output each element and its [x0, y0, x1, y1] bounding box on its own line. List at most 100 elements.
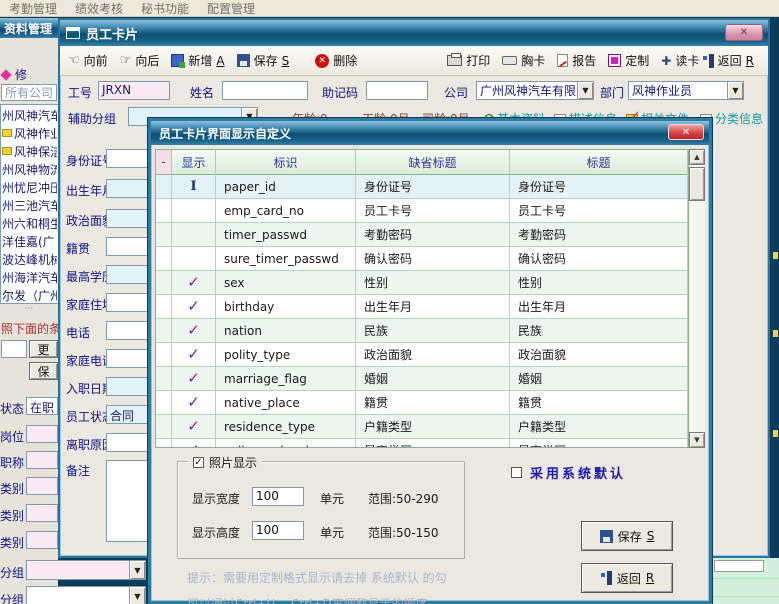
dialog-return-button[interactable]: 返回 R: [581, 563, 673, 593]
header-display[interactable]: 显示: [172, 150, 216, 175]
save-button[interactable]: 保存S: [237, 52, 290, 69]
window-titlebar[interactable]: 员工卡片 ✕: [60, 20, 768, 46]
native-place-input[interactable]: [106, 237, 154, 256]
caption-cell[interactable]: 确认密码: [510, 247, 688, 271]
home-phone-input[interactable]: [106, 349, 154, 368]
customize-button[interactable]: 定制: [608, 52, 649, 69]
delete-button[interactable]: ✕删除: [315, 52, 357, 69]
phone-input[interactable]: [106, 321, 154, 340]
dropdown-arrow-icon[interactable]: ▼: [727, 82, 743, 99]
emp-no-input[interactable]: JRXN: [98, 81, 170, 100]
print-button[interactable]: 打印: [447, 52, 490, 69]
header-caption[interactable]: 标题: [510, 150, 688, 175]
table-row[interactable]: ✓ polity_type 政治面貌 政治面貌: [156, 343, 688, 367]
display-check-cell[interactable]: ✓: [172, 391, 216, 415]
display-check-cell[interactable]: I: [172, 175, 216, 199]
display-check-cell[interactable]: ✓: [172, 439, 216, 448]
menu-secretary[interactable]: 秘书功能: [132, 0, 198, 18]
tree-item[interactable]: 风神保洁: [2, 142, 57, 160]
menu-performance[interactable]: 绩效考核: [66, 0, 132, 18]
splitter-handle[interactable]: ···: [0, 306, 58, 316]
table-row[interactable]: ✓ marriage_flag 婚姻 婚姻: [156, 367, 688, 391]
scroll-up-icon[interactable]: ▲: [689, 149, 705, 165]
forward-button[interactable]: ☞向后: [120, 52, 160, 69]
dialog-close-icon[interactable]: ✕: [668, 124, 704, 140]
display-check-cell[interactable]: ✓: [172, 343, 216, 367]
table-row[interactable]: ✓ birthday 出生年月 出生年月: [156, 295, 688, 319]
menu-attendance[interactable]: 考勤管理: [0, 0, 66, 18]
mnemonic-input[interactable]: [366, 81, 428, 100]
caption-cell[interactable]: 最高学历: [510, 439, 688, 448]
tree-item[interactable]: 州六和桐生: [2, 214, 57, 232]
education-input[interactable]: [106, 265, 154, 284]
badge-button[interactable]: 胸卡: [502, 52, 545, 69]
display-check-cell[interactable]: ✓: [172, 415, 216, 439]
table-row[interactable]: ✓ nation 民族 民族: [156, 319, 688, 343]
display-check-cell[interactable]: ✓: [172, 367, 216, 391]
new-button[interactable]: 新增A: [171, 52, 224, 69]
caption-cell[interactable]: 性别: [510, 271, 688, 295]
photo-display-checkbox[interactable]: ✓: [193, 457, 204, 468]
display-check-cell[interactable]: [172, 199, 216, 223]
table-scrollbar[interactable]: ▲ ▼: [689, 149, 705, 448]
display-check-cell[interactable]: ✓: [172, 271, 216, 295]
home-address-input[interactable]: [106, 293, 154, 312]
menu-config[interactable]: 配置管理: [198, 0, 264, 18]
report-button[interactable]: 报告: [557, 52, 596, 69]
post-input[interactable]: [26, 425, 58, 443]
display-check-cell[interactable]: ✓: [172, 319, 216, 343]
caption-cell[interactable]: 员工卡号: [510, 199, 688, 223]
caption-cell[interactable]: 婚姻: [510, 367, 688, 391]
dropdown-arrow-icon[interactable]: ▼: [577, 82, 593, 99]
caption-cell[interactable]: 籍贯: [510, 391, 688, 415]
category3-input[interactable]: [26, 531, 58, 549]
table-row[interactable]: sure_timer_passwd 确认密码 确认密码: [156, 247, 688, 271]
condition-input[interactable]: [1, 340, 27, 358]
table-row[interactable]: emp_card_no 员工卡号 员工卡号: [156, 199, 688, 223]
table-row[interactable]: timer_passwd 考勤密码 考勤密码: [156, 223, 688, 247]
table-row[interactable]: ✓ residence_type 户籍类型 户籍类型: [156, 415, 688, 439]
group2-combo[interactable]: ▼: [26, 586, 146, 604]
caption-cell[interactable]: 民族: [510, 319, 688, 343]
readcard-button[interactable]: ✚读卡: [661, 52, 699, 69]
remarks-textarea[interactable]: [106, 460, 154, 542]
name-input[interactable]: [222, 81, 308, 100]
category1-input[interactable]: [26, 477, 58, 495]
tree-item[interactable]: 洋佳嘉(广: [2, 232, 57, 250]
dropdown-arrow-icon[interactable]: ▼: [129, 587, 145, 604]
caption-cell[interactable]: 身份证号: [510, 175, 688, 199]
display-check-cell[interactable]: [172, 223, 216, 247]
hire-date-input[interactable]: [106, 377, 154, 396]
more-button[interactable]: 更: [29, 340, 58, 358]
scroll-down-icon[interactable]: ▼: [689, 432, 705, 448]
tree-item[interactable]: 州风神物流: [2, 160, 57, 178]
company-filter-combo[interactable]: 所有公司: [1, 84, 57, 101]
insurance-button[interactable]: 保: [29, 362, 58, 380]
header-default-caption[interactable]: 缺省标题: [356, 150, 510, 175]
table-row[interactable]: ✓ native_place 籍贯 籍贯: [156, 391, 688, 415]
company-combo[interactable]: 广州风神汽车有限公司 ▼: [476, 81, 594, 100]
caption-cell[interactable]: 政治面貌: [510, 343, 688, 367]
group1-combo[interactable]: ▼: [26, 560, 146, 580]
dept-combo[interactable]: 风神作业员 ▼: [628, 81, 744, 100]
polity-input[interactable]: [106, 209, 154, 228]
paper-id-input[interactable]: [106, 149, 154, 168]
system-default-checkbox[interactable]: [511, 467, 522, 478]
tree-item[interactable]: 波达峰机械: [2, 250, 57, 268]
emp-status-input[interactable]: 合同: [106, 405, 154, 424]
table-row[interactable]: I paper_id 身份证号 身份证号: [156, 175, 688, 199]
display-height-input[interactable]: 100: [252, 521, 304, 540]
header-identifier[interactable]: 标识: [216, 150, 356, 175]
caption-cell[interactable]: 考勤密码: [510, 223, 688, 247]
sidebar-toolbar-fragment[interactable]: 修: [2, 66, 27, 83]
return-button[interactable]: 返回R: [702, 52, 754, 69]
caption-cell[interactable]: 户籍类型: [510, 415, 688, 439]
leave-reason-input[interactable]: [106, 433, 154, 452]
display-width-input[interactable]: 100: [252, 487, 304, 506]
tree-item[interactable]: 州风神汽车: [2, 106, 57, 124]
table-row[interactable]: ✓ sex 性别 性别: [156, 271, 688, 295]
tree-item[interactable]: 风神作业: [2, 124, 57, 142]
close-icon[interactable]: ✕: [725, 24, 763, 41]
category2-input[interactable]: [26, 504, 58, 522]
title-input[interactable]: [26, 451, 58, 469]
